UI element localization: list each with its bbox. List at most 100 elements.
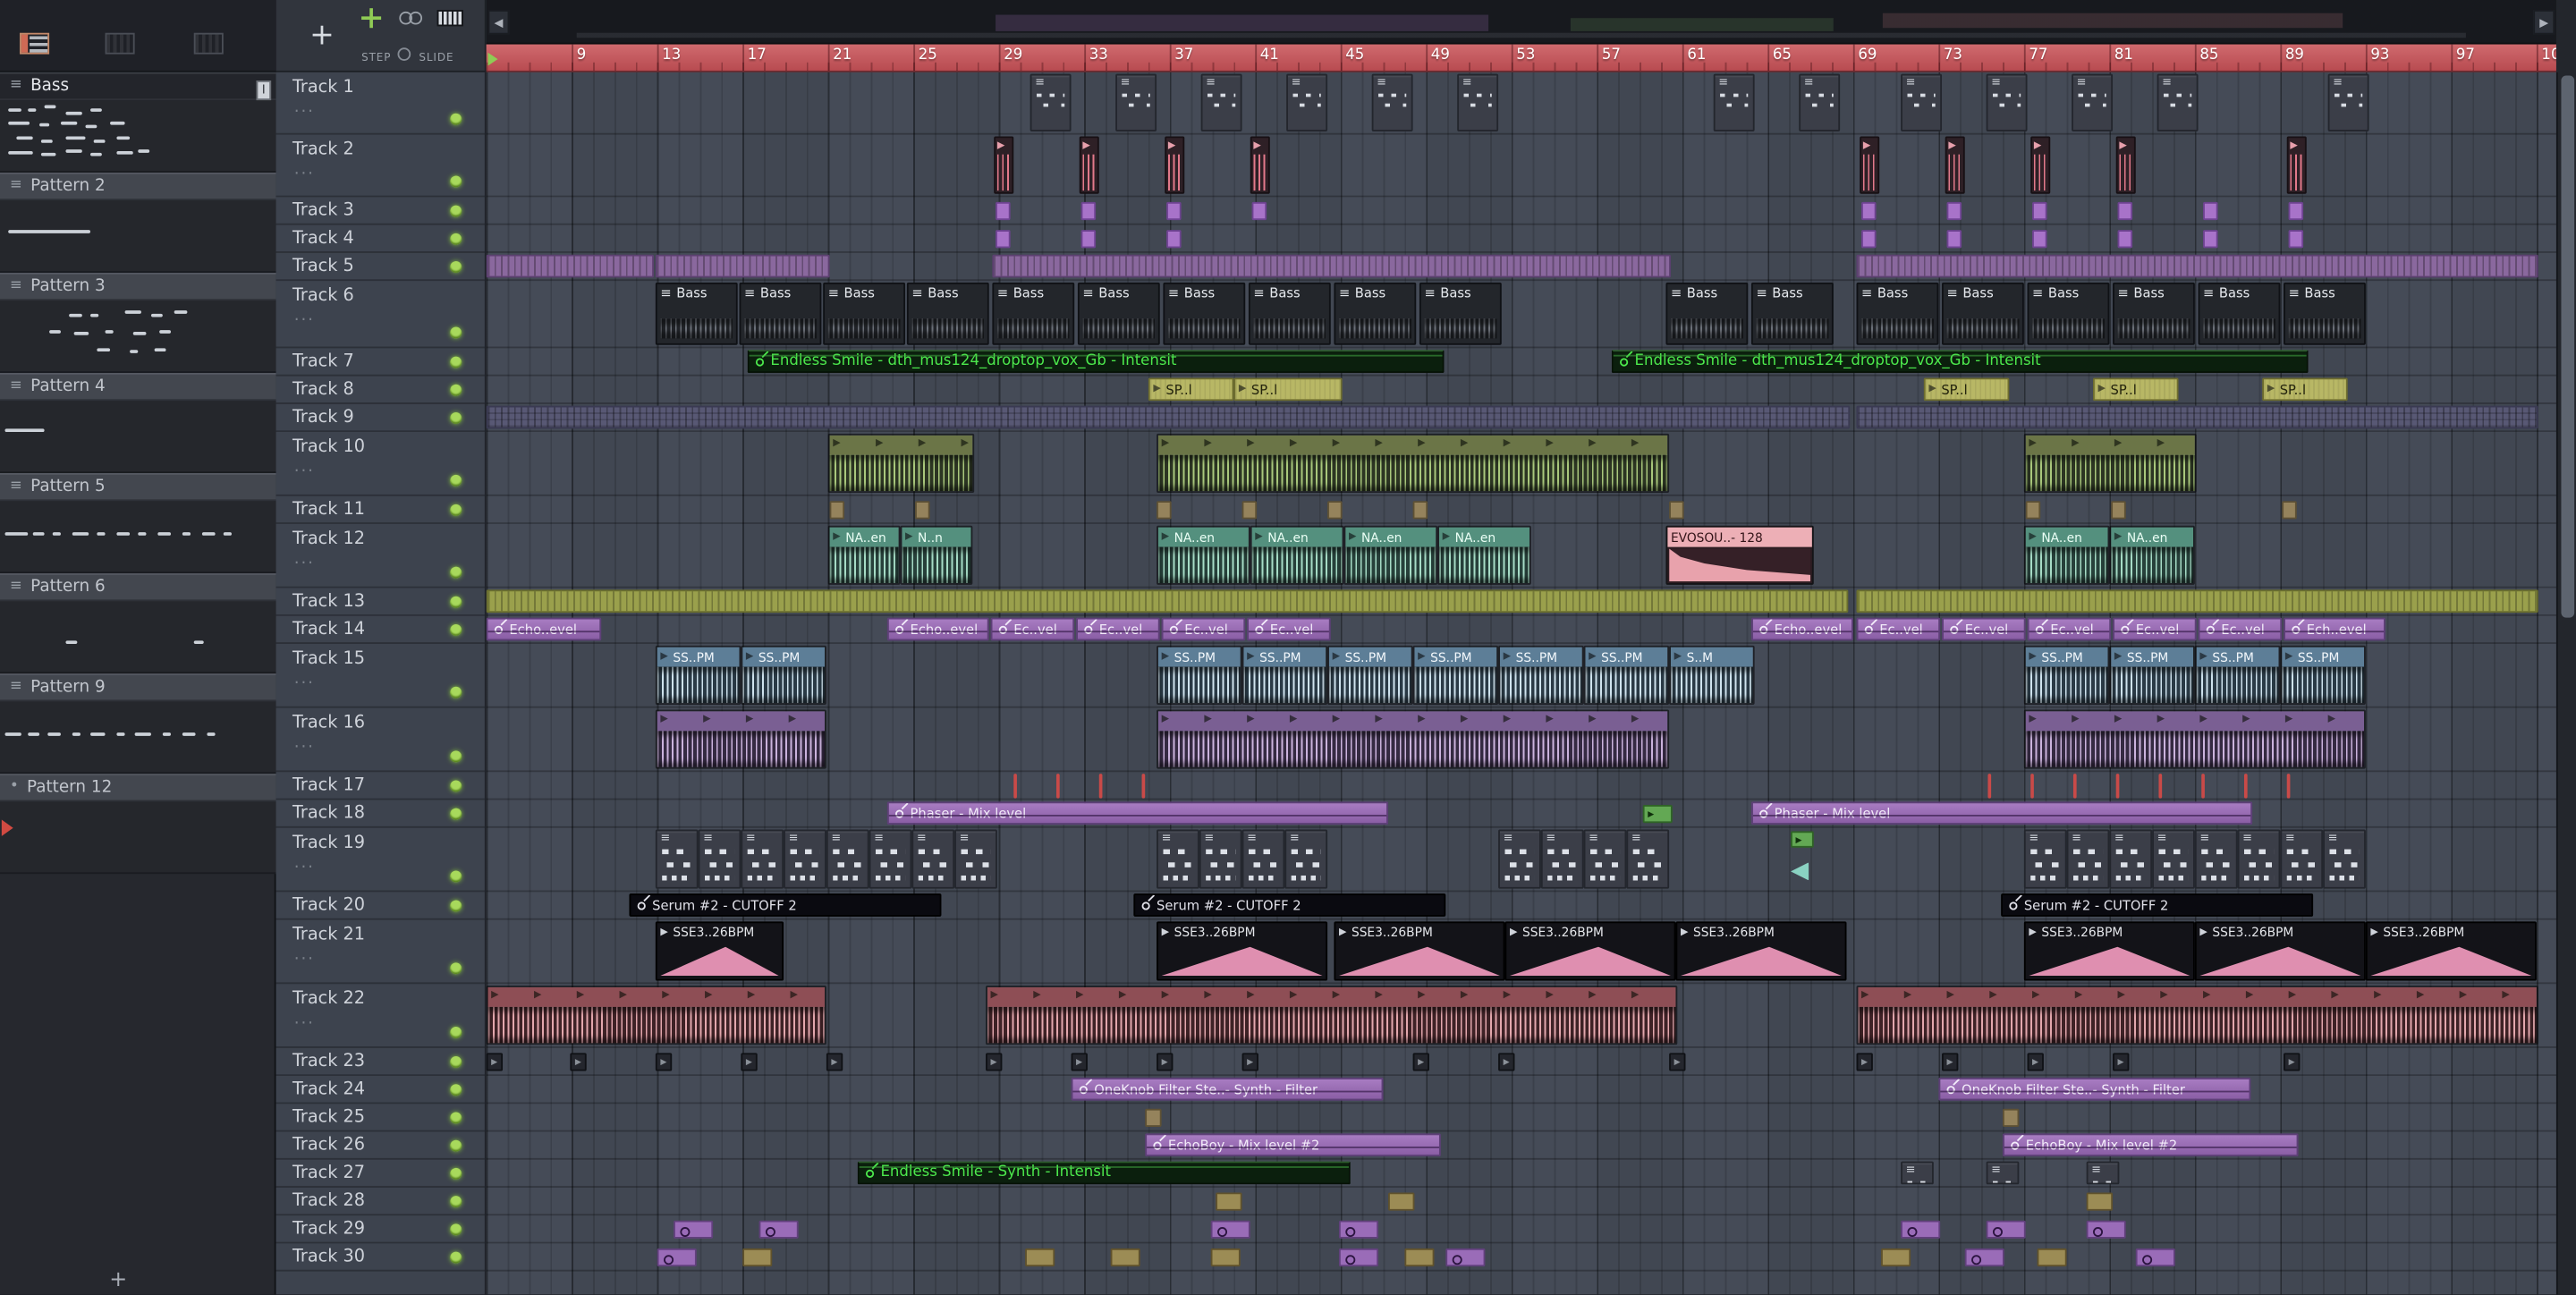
audio-clip[interactable] [2115, 136, 2136, 194]
audio-clip[interactable]: ▶ NA..en [827, 525, 901, 585]
pattern-clip[interactable]: ≡ [1901, 73, 1943, 131]
clip[interactable] [486, 1053, 504, 1071]
track-row[interactable]: Track 7 [275, 348, 485, 377]
clip[interactable] [655, 1053, 673, 1071]
clip[interactable] [741, 1053, 758, 1071]
clip[interactable] [1216, 1192, 1242, 1211]
track-lane[interactable] [486, 1188, 2556, 1216]
automation-clip[interactable]: EchoBoy - Mix level #2 [1145, 1133, 1441, 1157]
track-lane[interactable] [486, 496, 2556, 524]
pattern-header[interactable]: • Pattern 12 [0, 774, 276, 802]
clip[interactable] [2037, 1248, 2067, 1267]
track-lane[interactable] [486, 1048, 2556, 1077]
vertical-scrollbar[interactable] [2555, 72, 2576, 1295]
pattern-clip[interactable]: ≡ [2194, 829, 2238, 889]
clip[interactable] [742, 1248, 773, 1267]
pattern-clip[interactable]: ≡ Bass [1163, 282, 1246, 345]
clip[interactable] [915, 501, 930, 520]
clip[interactable] [1498, 1053, 1515, 1071]
track-row[interactable]: Track 17 [275, 772, 485, 800]
step-toggle[interactable] [397, 47, 411, 61]
pattern-clip[interactable]: ≡ [2280, 829, 2324, 889]
audio-clip[interactable]: ▶ SS..PM [1412, 645, 1499, 705]
pattern-clip[interactable]: ≡ [1200, 73, 1242, 131]
track-row[interactable]: Track 4 [275, 225, 485, 253]
pattern-item[interactable]: • Pattern 12 [0, 774, 276, 875]
audio-clip[interactable]: ▶ NA..en [1343, 525, 1438, 585]
clip[interactable] [1964, 1248, 2004, 1267]
pattern-clip[interactable]: ≡ Bass [2284, 282, 2366, 345]
audio-clip[interactable]: ▶ SS..PM [1157, 645, 1242, 705]
track-row[interactable]: Track 6... [275, 281, 485, 349]
pattern-clip[interactable]: ≡ Bass [1942, 282, 2024, 345]
automation-clip[interactable]: Ec..vel [2198, 617, 2283, 641]
track-row[interactable]: Track 13 [275, 588, 485, 616]
timeline-ruler[interactable]: 9 13 17 21 25 29 33 37 41 45 49 53 57 61 65 69 73 77 81 85 8… [486, 44, 2556, 72]
pattern-clip[interactable]: ≡ [1799, 73, 1841, 131]
audio-clip[interactable]: ▶ SS..PM [1241, 645, 1328, 705]
pattern-clip[interactable]: ≡ [2327, 73, 2369, 131]
audio-clip[interactable]: ▶ SSE3..26BPM [2365, 921, 2537, 981]
automation-clip[interactable]: Endless Smile - Synth - Intensit [857, 1161, 1351, 1185]
clip[interactable] [1412, 501, 1428, 520]
automation-clip[interactable]: Echo..evel [486, 617, 602, 641]
clip[interactable] [1166, 201, 1182, 221]
track-row[interactable]: Track 1... [275, 72, 485, 135]
pattern-clip[interactable]: ≡ [2066, 829, 2110, 889]
clip[interactable] [674, 1220, 714, 1239]
clip[interactable] [1669, 501, 1684, 520]
automation-clip[interactable]: Echo..evel [886, 617, 989, 641]
clip[interactable]: ▶ SP..l [1233, 377, 1343, 402]
pattern-clip[interactable]: ≡ [911, 829, 955, 889]
audio-clip[interactable]: ▶ ▶ ▶ ▶ ▶ ▶ ▶ ▶ ▶ ▶ ▶ ▶ ▶ ▶ ▶ ▶ [1856, 986, 2538, 1045]
audio-clip[interactable]: ▶ ▶ ▶ ▶ ▶ ▶ ▶ ▶ ▶ ▶ ▶ ▶ [1157, 433, 1670, 494]
track-row[interactable]: Track 14 [275, 616, 485, 644]
pattern-clip[interactable]: ≡ [2109, 829, 2153, 889]
track-mute-led[interactable] [450, 900, 462, 912]
track-mute-led[interactable] [450, 1167, 462, 1180]
pattern-strip-clip[interactable] [486, 405, 1851, 429]
track-mute-led[interactable] [450, 233, 462, 245]
pattern-clip[interactable]: ≡ [1986, 1161, 2020, 1185]
track-mute-led[interactable] [450, 474, 462, 487]
pattern-clip[interactable]: ≡ [1286, 73, 1328, 131]
pattern-item[interactable]: ≡ Pattern 3 [0, 272, 276, 373]
pattern-clip[interactable]: ≡ [2072, 73, 2114, 131]
track-mute-led[interactable] [450, 261, 462, 273]
track-row[interactable]: Track 15... [275, 644, 485, 708]
track-mute-led[interactable] [450, 1139, 462, 1152]
clip[interactable] [1251, 201, 1267, 221]
track-row[interactable]: Track 26 [275, 1132, 485, 1160]
clip[interactable] [2027, 1053, 2044, 1071]
pattern-clip[interactable]: ≡ Bass [906, 282, 989, 345]
track-mute-led[interactable] [450, 175, 462, 188]
pattern-strip-clip[interactable] [992, 254, 1671, 278]
track-mute-led[interactable] [450, 1223, 462, 1236]
automation-clip[interactable]: Ec..vel [1161, 617, 1246, 641]
pattern-clip[interactable]: ≡ Bass [1856, 282, 1939, 345]
track-row[interactable]: Track 20 [275, 892, 485, 920]
automation-clip[interactable]: Serum #2 - CUTOFF 2 [1133, 893, 1446, 917]
clip[interactable] [1080, 230, 1097, 249]
pattern-clip[interactable]: ≡ [2086, 1161, 2120, 1185]
audio-clip[interactable]: ▶ SS..PM [741, 645, 826, 705]
pattern-clip[interactable]: ≡ [1901, 1161, 1934, 1185]
track-mute-led[interactable] [450, 780, 462, 792]
audio-clip[interactable]: EVOSOU..- 128 [1665, 525, 1814, 585]
pattern-clip[interactable]: ≡ [1115, 73, 1157, 131]
clip[interactable]: ▶ SP..l [2092, 377, 2179, 402]
playlist-overview-scrollbar[interactable]: ◀ ▶ [486, 0, 2556, 45]
clip[interactable] [2072, 774, 2077, 799]
pattern-header[interactable]: ≡ Pattern 5 [0, 472, 276, 502]
automation-clip[interactable]: OneKnob Filter Ste..- Synth - Filter [1938, 1077, 2251, 1101]
clip[interactable] [2203, 201, 2218, 221]
clip[interactable] [2113, 1053, 2130, 1071]
automation-clip[interactable]: Echo..evel [1750, 617, 1853, 641]
pattern-clip[interactable]: ≡ Bass [2027, 282, 2110, 345]
track-mute-led[interactable] [450, 686, 462, 698]
clip[interactable] [1166, 230, 1182, 249]
clip[interactable] [1861, 201, 1877, 221]
pattern-clip[interactable]: ≡ [869, 829, 912, 889]
pattern-clip[interactable]: ≡ [655, 829, 699, 889]
clip[interactable] [1987, 774, 1992, 799]
